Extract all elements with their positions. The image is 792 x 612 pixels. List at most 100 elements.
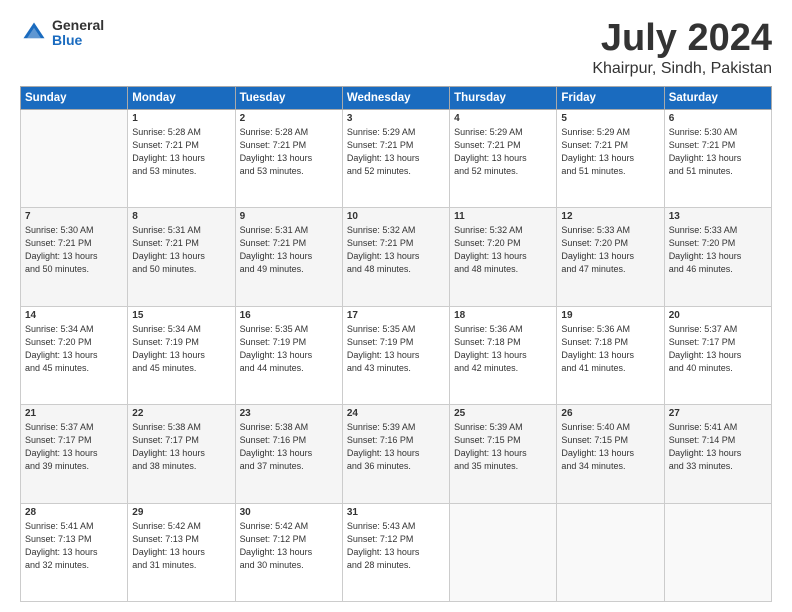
calendar-cell: 6 Sunrise: 5:30 AM Sunset: 7:21 PM Daylig… [664,109,771,207]
logo-general-text: General [52,18,104,33]
cell-content: Sunrise: 5:32 AM Sunset: 7:20 PM Dayligh… [454,224,552,276]
cell-content: Sunrise: 5:39 AM Sunset: 7:15 PM Dayligh… [454,421,552,473]
calendar-cell: 17 Sunrise: 5:35 AM Sunset: 7:19 PM Dayli… [342,306,449,404]
cell-content: Sunrise: 5:43 AM Sunset: 7:12 PM Dayligh… [347,520,445,572]
calendar-cell: 21 Sunrise: 5:37 AM Sunset: 7:17 PM Dayli… [21,405,128,503]
calendar-cell: 1 Sunrise: 5:28 AM Sunset: 7:21 PM Daylig… [128,109,235,207]
day-number: 23 [240,408,338,419]
cell-content: Sunrise: 5:38 AM Sunset: 7:16 PM Dayligh… [240,421,338,473]
calendar-week-row: 14Sunrise: 5:34 AM Sunset: 7:20 PM Dayli… [21,306,772,404]
day-number: 30 [240,507,338,518]
page: General Blue July 2024 Khairpur, Sindh, … [0,0,792,612]
day-number: 4 [454,113,552,124]
cell-content: Sunrise: 5:32 AM Sunset: 7:21 PM Dayligh… [347,224,445,276]
cell-content: Sunrise: 5:35 AM Sunset: 7:19 PM Dayligh… [347,323,445,375]
calendar-day-header: Saturday [664,86,771,109]
calendar-cell: 10 Sunrise: 5:32 AM Sunset: 7:21 PM Dayli… [342,208,449,306]
cell-content: Sunrise: 5:29 AM Sunset: 7:21 PM Dayligh… [347,126,445,178]
day-number: 9 [240,211,338,222]
cell-content: Sunrise: 5:42 AM Sunset: 7:13 PM Dayligh… [132,520,230,572]
calendar-cell: 15 Sunrise: 5:34 AM Sunset: 7:19 PM Dayli… [128,306,235,404]
day-number: 10 [347,211,445,222]
header: General Blue July 2024 Khairpur, Sindh, … [20,18,772,78]
cell-content: Sunrise: 5:30 AM Sunset: 7:21 PM Dayligh… [669,126,767,178]
day-number: 20 [669,310,767,321]
cell-content: Sunrise: 5:37 AM Sunset: 7:17 PM Dayligh… [25,421,123,473]
day-number: 17 [347,310,445,321]
calendar-week-row: 7Sunrise: 5:30 AM Sunset: 7:21 PM Daylig… [21,208,772,306]
calendar-cell [557,503,664,601]
logo-text: General Blue [52,18,104,49]
calendar-day-header: Monday [128,86,235,109]
day-number: 2 [240,113,338,124]
day-number: 24 [347,408,445,419]
calendar-cell: 11Sunrise: 5:32 AM Sunset: 7:20 PM Dayli… [450,208,557,306]
day-number: 31 [347,507,445,518]
calendar-day-header: Friday [557,86,664,109]
calendar-cell: 13 Sunrise: 5:33 AM Sunset: 7:20 PM Dayli… [664,208,771,306]
day-number: 15 [132,310,230,321]
day-number: 26 [561,408,659,419]
day-number: 8 [132,211,230,222]
calendar-cell: 28Sunrise: 5:41 AM Sunset: 7:13 PM Dayli… [21,503,128,601]
calendar-week-row: 21 Sunrise: 5:37 AM Sunset: 7:17 PM Dayli… [21,405,772,503]
cell-content: Sunrise: 5:35 AM Sunset: 7:19 PM Dayligh… [240,323,338,375]
cell-content: Sunrise: 5:29 AM Sunset: 7:21 PM Dayligh… [454,126,552,178]
calendar-cell: 27Sunrise: 5:41 AM Sunset: 7:14 PM Dayli… [664,405,771,503]
calendar-week-row: 28Sunrise: 5:41 AM Sunset: 7:13 PM Dayli… [21,503,772,601]
calendar-cell [450,503,557,601]
calendar-cell: 22 Sunrise: 5:38 AM Sunset: 7:17 PM Dayli… [128,405,235,503]
logo-blue-text: Blue [52,33,104,48]
logo: General Blue [20,18,104,49]
calendar-cell: 2 Sunrise: 5:28 AM Sunset: 7:21 PM Daylig… [235,109,342,207]
calendar-cell: 26 Sunrise: 5:40 AM Sunset: 7:15 PM Dayli… [557,405,664,503]
cell-content: Sunrise: 5:33 AM Sunset: 7:20 PM Dayligh… [669,224,767,276]
cell-content: Sunrise: 5:42 AM Sunset: 7:12 PM Dayligh… [240,520,338,572]
cell-content: Sunrise: 5:28 AM Sunset: 7:21 PM Dayligh… [240,126,338,178]
title-block: July 2024 Khairpur, Sindh, Pakistan [592,18,772,78]
calendar-cell: 23 Sunrise: 5:38 AM Sunset: 7:16 PM Dayli… [235,405,342,503]
cell-content: Sunrise: 5:31 AM Sunset: 7:21 PM Dayligh… [240,224,338,276]
cell-content: Sunrise: 5:31 AM Sunset: 7:21 PM Dayligh… [132,224,230,276]
calendar-cell: 14Sunrise: 5:34 AM Sunset: 7:20 PM Dayli… [21,306,128,404]
day-number: 25 [454,408,552,419]
calendar-cell: 12 Sunrise: 5:33 AM Sunset: 7:20 PM Dayli… [557,208,664,306]
day-number: 3 [347,113,445,124]
day-number: 29 [132,507,230,518]
calendar-table: SundayMondayTuesdayWednesdayThursdayFrid… [20,86,772,602]
cell-content: Sunrise: 5:33 AM Sunset: 7:20 PM Dayligh… [561,224,659,276]
calendar-cell: 25 Sunrise: 5:39 AM Sunset: 7:15 PM Dayli… [450,405,557,503]
calendar-cell: 8 Sunrise: 5:31 AM Sunset: 7:21 PM Daylig… [128,208,235,306]
calendar-cell: 19Sunrise: 5:36 AM Sunset: 7:18 PM Dayli… [557,306,664,404]
day-number: 12 [561,211,659,222]
calendar-cell: 7Sunrise: 5:30 AM Sunset: 7:21 PM Daylig… [21,208,128,306]
main-title: July 2024 [592,18,772,60]
calendar-cell: 24Sunrise: 5:39 AM Sunset: 7:16 PM Dayli… [342,405,449,503]
cell-content: Sunrise: 5:29 AM Sunset: 7:21 PM Dayligh… [561,126,659,178]
day-number: 13 [669,211,767,222]
cell-content: Sunrise: 5:38 AM Sunset: 7:17 PM Dayligh… [132,421,230,473]
calendar-day-header: Tuesday [235,86,342,109]
calendar-cell: 3 Sunrise: 5:29 AM Sunset: 7:21 PM Daylig… [342,109,449,207]
day-number: 27 [669,408,767,419]
day-number: 7 [25,211,123,222]
calendar-cell: 9 Sunrise: 5:31 AM Sunset: 7:21 PM Daylig… [235,208,342,306]
day-number: 21 [25,408,123,419]
day-number: 5 [561,113,659,124]
calendar-day-header: Sunday [21,86,128,109]
day-number: 22 [132,408,230,419]
calendar-cell: 29 Sunrise: 5:42 AM Sunset: 7:13 PM Dayli… [128,503,235,601]
cell-content: Sunrise: 5:36 AM Sunset: 7:18 PM Dayligh… [561,323,659,375]
cell-content: Sunrise: 5:34 AM Sunset: 7:19 PM Dayligh… [132,323,230,375]
day-number: 16 [240,310,338,321]
cell-content: Sunrise: 5:28 AM Sunset: 7:21 PM Dayligh… [132,126,230,178]
calendar-day-header: Thursday [450,86,557,109]
cell-content: Sunrise: 5:34 AM Sunset: 7:20 PM Dayligh… [25,323,123,375]
day-number: 6 [669,113,767,124]
cell-content: Sunrise: 5:36 AM Sunset: 7:18 PM Dayligh… [454,323,552,375]
day-number: 1 [132,113,230,124]
calendar-cell [21,109,128,207]
calendar-cell: 4 Sunrise: 5:29 AM Sunset: 7:21 PM Daylig… [450,109,557,207]
calendar-cell: 16 Sunrise: 5:35 AM Sunset: 7:19 PM Dayli… [235,306,342,404]
cell-content: Sunrise: 5:40 AM Sunset: 7:15 PM Dayligh… [561,421,659,473]
